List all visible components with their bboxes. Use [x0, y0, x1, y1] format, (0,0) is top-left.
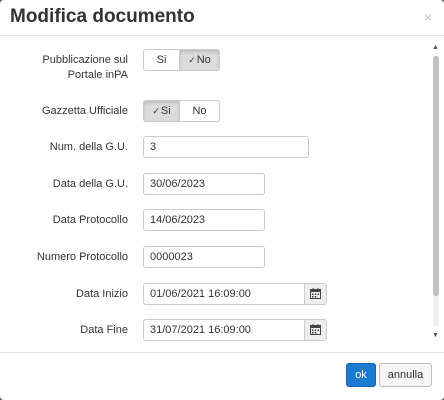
gazzetta-toggle: ✓Si No: [143, 100, 220, 122]
gazzetta-no-label: No: [192, 105, 207, 117]
numero-protocollo-label: Numero Protocollo: [36, 251, 128, 263]
gazzetta-row: Gazzetta Ufficiale ✓Si No: [0, 100, 420, 124]
num-gu-input[interactable]: 3: [143, 136, 309, 158]
gazzetta-no-button[interactable]: No: [180, 100, 220, 122]
pubblicazione-row: Pubblicazione sul Portale inPA Si ✓No: [0, 49, 420, 85]
modal-header: Modifica documento ×: [0, 0, 444, 36]
data-protocollo-label: Data Protocollo: [52, 214, 128, 226]
modal-title: Modifica documento: [10, 6, 195, 27]
scrollbar-thumb[interactable]: [433, 56, 439, 296]
calendar-icon[interactable]: [305, 283, 327, 305]
pubblicazione-no-label: No: [196, 54, 211, 66]
check-icon: ✓: [152, 106, 160, 116]
pubblicazione-no-button[interactable]: ✓No: [180, 49, 220, 71]
pubblicazione-si-button[interactable]: Si: [143, 49, 180, 71]
data-fine-row: Data Fine 31/07/2021 16:09:00: [0, 319, 420, 343]
ok-button[interactable]: ok: [346, 363, 376, 387]
calendar-icon[interactable]: [305, 319, 327, 341]
data-gu-row: Data della G.U. 30/06/2023: [0, 173, 420, 197]
data-inizio-input[interactable]: 01/06/2021 16:09:00: [143, 283, 305, 305]
scroll-up-icon[interactable]: ▲: [432, 44, 439, 51]
close-icon[interactable]: ×: [424, 9, 432, 25]
data-gu-input[interactable]: 30/06/2023: [143, 173, 265, 195]
pubblicazione-si-label: Si: [156, 54, 167, 66]
check-icon: ✓: [188, 55, 196, 65]
data-inizio-label: Data Inizio: [76, 288, 128, 300]
gazzetta-si-label: Si: [160, 105, 171, 117]
data-gu-label: Data della G.U.: [52, 178, 128, 190]
modal-body: Pubblicazione sul Portale inPA Si ✓No Ga…: [0, 37, 444, 351]
data-protocollo-row: Data Protocollo 14/06/2023: [0, 209, 420, 233]
modal-dialog: Modifica documento × Pubblicazione sul P…: [0, 0, 444, 400]
numero-protocollo-row: Numero Protocollo 0000023: [0, 246, 420, 270]
num-gu-row: Num. della G.U. 3: [0, 136, 420, 160]
gazzetta-si-button[interactable]: ✓Si: [143, 100, 180, 122]
data-inizio-row: Data Inizio 01/06/2021 16:09:00: [0, 283, 420, 307]
modal-footer: ok annulla: [0, 352, 444, 400]
data-protocollo-input[interactable]: 14/06/2023: [143, 209, 265, 231]
num-gu-label: Num. della G.U.: [49, 141, 128, 153]
data-fine-label: Data Fine: [80, 324, 128, 336]
gazzetta-label: Gazzetta Ufficiale: [41, 105, 128, 117]
scrollbar[interactable]: ▲ ▼: [430, 42, 443, 342]
cancel-button[interactable]: annulla: [379, 363, 432, 387]
scroll-down-icon[interactable]: ▼: [432, 332, 439, 339]
pubblicazione-toggle: Si ✓No: [143, 49, 220, 71]
data-fine-input[interactable]: 31/07/2021 16:09:00: [143, 319, 305, 341]
numero-protocollo-input[interactable]: 0000023: [143, 246, 265, 268]
pubblicazione-label: Pubblicazione sul Portale inPA: [42, 54, 128, 81]
